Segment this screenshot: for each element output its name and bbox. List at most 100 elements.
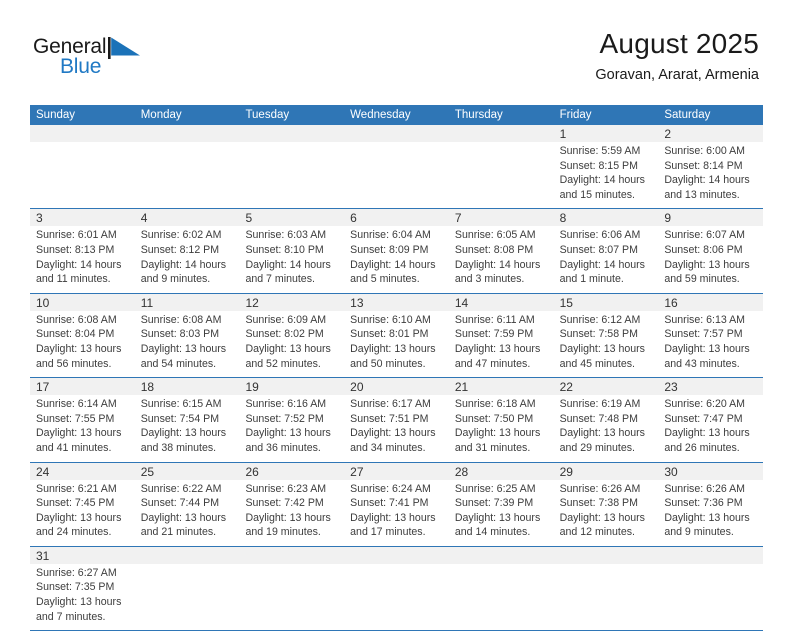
daylight-text: and 15 minutes. xyxy=(559,188,635,201)
calendar-week-row: 3 Sunrise: 6:01 AM Sunset: 8:13 PM Daylight… xyxy=(30,209,764,294)
calendar-day-cell[interactable]: 4 Sunrise: 6:02 AM Sunset: 8:12 PM Daylight… xyxy=(134,209,240,293)
calendar-day-cell[interactable]: 15 Sunrise: 6:12 AM Sunset: 7:58 PM Dayligh… xyxy=(553,293,659,378)
sunset-text: Sunset: 7:52 PM xyxy=(245,412,324,425)
day-number-band: 21 xyxy=(448,378,554,396)
sunrise-text: Sunrise: 6:11 AM xyxy=(454,313,535,326)
daylight-text: and 11 minutes. xyxy=(36,273,111,286)
calendar-day-cell[interactable]: 9 Sunrise: 6:07 AM Sunset: 8:06 PM Daylight… xyxy=(658,209,764,293)
page-subtitle: Goravan, Ararat, Armenia xyxy=(595,67,759,84)
daylight-text: and 19 minutes. xyxy=(245,526,321,539)
calendar-day-cell[interactable]: 21 Sunrise: 6:18 AM Sunset: 7:50 PM Dayligh… xyxy=(448,378,554,462)
daylight-text: and 59 minutes. xyxy=(664,273,740,286)
calendar-day-cell[interactable]: 18 Sunrise: 6:15 AM Sunset: 7:54 PM Dayligh… xyxy=(134,378,240,462)
calendar-day-cell[interactable]: 1 Sunrise: 5:59 AM Sunset: 8:15 PM Daylight… xyxy=(553,125,659,209)
brand-name-general: General xyxy=(33,35,107,58)
day-details: Sunrise: 6:00 AM Sunset: 8:14 PM Daylight:… xyxy=(658,142,763,202)
day-number-band: 17 xyxy=(30,378,135,396)
calendar-day-cell[interactable]: 14 Sunrise: 6:11 AM Sunset: 7:59 PM Dayligh… xyxy=(448,293,554,378)
calendar-day-cell[interactable]: 19 Sunrise: 6:16 AM Sunset: 7:52 PM Dayligh… xyxy=(239,378,345,462)
daylight-text: Daylight: 14 hours xyxy=(140,258,227,271)
sunrise-text: Sunrise: 6:08 AM xyxy=(36,313,117,326)
daylight-text: and 1 minute. xyxy=(559,273,624,286)
daylight-text: Daylight: 13 hours xyxy=(454,511,541,524)
calendar-page: General Blue August 2025 Goravan, Ararat… xyxy=(0,0,792,631)
daylight-text: Daylight: 13 hours xyxy=(245,342,331,355)
calendar-day-cell[interactable]: 28 Sunrise: 6:25 AM Sunset: 7:39 PM Dayligh… xyxy=(448,462,554,546)
sunrise-text: Sunrise: 6:16 AM xyxy=(245,398,327,411)
day-number: 11 xyxy=(140,295,154,310)
calendar-day-cell[interactable]: 7 Sunrise: 6:05 AM Sunset: 8:08 PM Daylight… xyxy=(448,209,554,293)
calendar-day-cell[interactable]: 6 Sunrise: 6:04 AM Sunset: 8:09 PM Daylight… xyxy=(344,209,449,293)
sunset-text: Sunset: 8:12 PM xyxy=(140,243,220,256)
sunrise-text: Sunrise: 6:22 AM xyxy=(140,482,222,495)
calendar-day-cell[interactable]: 2 Sunrise: 6:00 AM Sunset: 8:14 PM Daylight… xyxy=(658,125,764,209)
day-details: Sunrise: 6:15 AM Sunset: 7:54 PM Daylight:… xyxy=(135,395,240,455)
calendar-day-cell[interactable]: 3 Sunrise: 6:01 AM Sunset: 8:13 PM Daylight… xyxy=(30,209,135,293)
daylight-text: and 34 minutes. xyxy=(350,441,426,454)
calendar-day-cell[interactable]: 31 Sunrise: 6:27 AM Sunset: 7:35 PM Dayligh… xyxy=(30,546,135,631)
calendar-day-cell[interactable]: 13 Sunrise: 6:10 AM Sunset: 8:01 PM Dayligh… xyxy=(344,293,449,378)
calendar-day-cell[interactable]: 10 Sunrise: 6:08 AM Sunset: 8:04 PM Dayligh… xyxy=(30,293,135,378)
day-number-band: 6 xyxy=(344,209,449,227)
daylight-text: Daylight: 14 hours xyxy=(559,174,645,187)
sunset-text: Sunset: 7:36 PM xyxy=(664,497,743,510)
day-number-band: 13 xyxy=(344,293,449,311)
day-number: 9 xyxy=(664,211,671,226)
calendar-day-cell[interactable]: 22 Sunrise: 6:19 AM Sunset: 7:48 PM Dayligh… xyxy=(553,378,659,462)
page-title: August 2025 xyxy=(599,28,759,59)
calendar-day-cell[interactable]: 20 Sunrise: 6:17 AM Sunset: 7:51 PM Dayligh… xyxy=(344,378,449,462)
calendar-day-cell[interactable]: 23 Sunrise: 6:20 AM Sunset: 7:47 PM Dayligh… xyxy=(658,378,764,462)
brand-name-blue: Blue xyxy=(60,55,102,78)
sunset-text: Sunset: 7:39 PM xyxy=(454,497,534,510)
sunrise-text: Sunrise: 6:19 AM xyxy=(559,398,641,411)
sunset-text: Sunset: 8:02 PM xyxy=(245,328,324,341)
sunset-text: Sunset: 8:01 PM xyxy=(350,328,429,341)
daylight-text: Daylight: 13 hours xyxy=(36,511,122,524)
calendar-day-cell[interactable]: 26 Sunrise: 6:23 AM Sunset: 7:42 PM Dayligh… xyxy=(239,462,345,546)
sunset-text: Sunset: 7:57 PM xyxy=(664,328,743,341)
calendar-day-cell[interactable]: 16 Sunrise: 6:13 AM Sunset: 7:57 PM Dayligh… xyxy=(658,293,764,378)
day-details: Sunrise: 6:11 AM Sunset: 7:59 PM Daylight:… xyxy=(449,311,554,371)
calendar-day-cell-empty xyxy=(553,546,659,631)
calendar-week-row: 24 Sunrise: 6:21 AM Sunset: 7:45 PM Dayligh… xyxy=(30,462,764,547)
daylight-text: Daylight: 14 hours xyxy=(559,258,645,271)
calendar-day-cell[interactable]: 24 Sunrise: 6:21 AM Sunset: 7:45 PM Dayligh… xyxy=(30,462,135,546)
calendar-day-cell[interactable]: 29 Sunrise: 6:26 AM Sunset: 7:38 PM Dayligh… xyxy=(553,462,659,546)
sunrise-text: Sunrise: 6:20 AM xyxy=(664,398,745,411)
daylight-text: Daylight: 14 hours xyxy=(454,258,541,271)
calendar-day-cell-empty xyxy=(134,125,240,209)
day-number-band xyxy=(344,546,449,564)
calendar-day-cell-empty xyxy=(448,546,554,631)
calendar-day-cell[interactable]: 8 Sunrise: 6:06 AM Sunset: 8:07 PM Daylight… xyxy=(553,209,659,293)
calendar-day-cell[interactable]: 5 Sunrise: 6:03 AM Sunset: 8:10 PM Daylight… xyxy=(239,209,345,293)
day-details: Sunrise: 6:04 AM Sunset: 8:09 PM Daylight:… xyxy=(344,226,449,286)
calendar-day-cell-empty xyxy=(134,546,240,631)
daylight-text: and 3 minutes. xyxy=(454,273,525,286)
day-details: Sunrise: 6:16 AM Sunset: 7:52 PM Daylight:… xyxy=(239,395,344,455)
calendar-day-cell[interactable]: 12 Sunrise: 6:09 AM Sunset: 8:02 PM Dayligh… xyxy=(239,293,345,378)
calendar-day-cell[interactable]: 30 Sunrise: 6:26 AM Sunset: 7:36 PM Dayligh… xyxy=(658,462,764,546)
calendar-day-cell-empty xyxy=(30,125,135,209)
day-details xyxy=(554,564,659,566)
day-details: Sunrise: 6:22 AM Sunset: 7:44 PM Daylight:… xyxy=(135,480,240,540)
daylight-text: and 5 minutes. xyxy=(350,273,420,286)
sunrise-text: Sunrise: 6:26 AM xyxy=(559,482,641,495)
calendar-day-cell[interactable]: 27 Sunrise: 6:24 AM Sunset: 7:41 PM Dayligh… xyxy=(344,462,449,546)
daylight-text: Daylight: 13 hours xyxy=(350,511,436,524)
sunset-text: Sunset: 7:50 PM xyxy=(454,412,534,425)
sunrise-text: Sunrise: 6:25 AM xyxy=(454,482,536,495)
day-number: 2 xyxy=(664,127,671,141)
calendar-day-cell[interactable]: 25 Sunrise: 6:22 AM Sunset: 7:44 PM Dayligh… xyxy=(134,462,240,546)
sunrise-text: Sunrise: 6:08 AM xyxy=(140,313,222,326)
calendar-day-cell[interactable]: 17 Sunrise: 6:14 AM Sunset: 7:55 PM Dayligh… xyxy=(30,378,135,462)
day-number-band xyxy=(658,546,764,564)
day-details: Sunrise: 6:09 AM Sunset: 8:02 PM Daylight:… xyxy=(239,311,344,371)
day-number-band xyxy=(448,546,554,564)
calendar-day-cell[interactable]: 11 Sunrise: 6:08 AM Sunset: 8:03 PM Dayligh… xyxy=(134,293,240,378)
day-number-band: 1 xyxy=(553,125,659,142)
day-number-band: 29 xyxy=(553,462,659,480)
day-details: Sunrise: 6:08 AM Sunset: 8:03 PM Daylight:… xyxy=(135,311,240,371)
day-number-band: 25 xyxy=(134,462,240,480)
sunset-text: Sunset: 8:04 PM xyxy=(36,328,115,341)
day-details: Sunrise: 6:19 AM Sunset: 7:48 PM Daylight:… xyxy=(554,395,659,455)
